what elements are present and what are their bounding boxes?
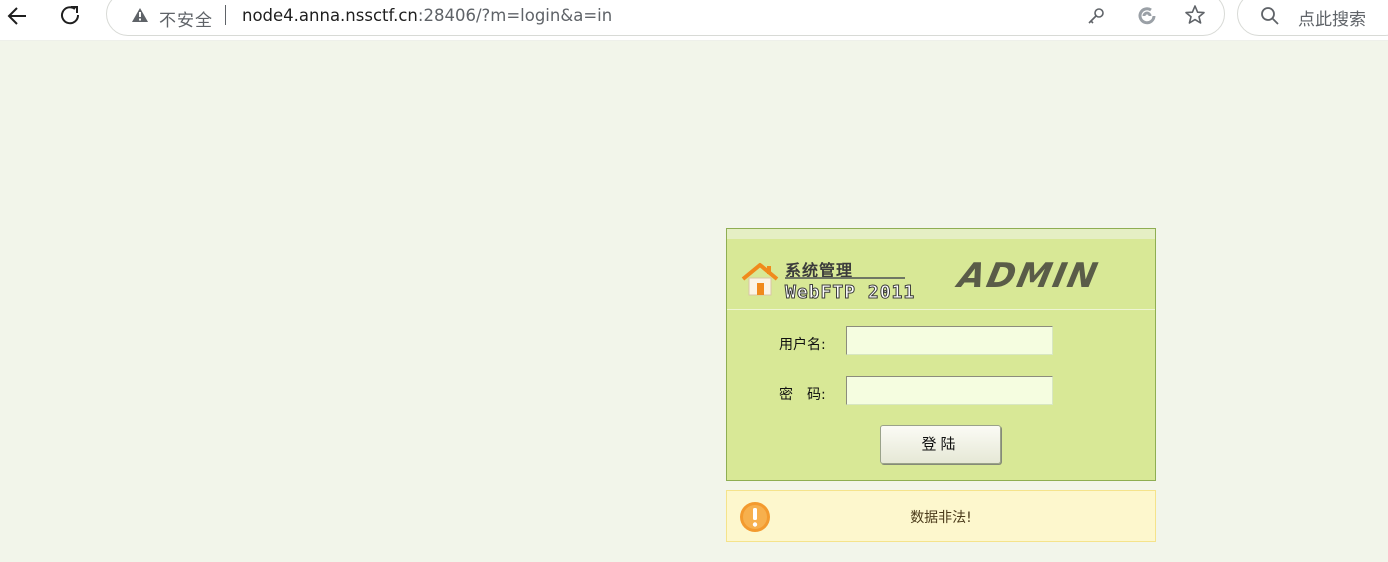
login-panel: 系统管理 WebFTP 2011 ADMIN 用户名: 密 码: 登陆: [726, 228, 1156, 481]
back-arrow-icon: [7, 7, 26, 25]
url-text[interactable]: node4.anna.nssctf.cn:28406/?m=login&a=in: [242, 6, 612, 25]
header-product-name: WebFTP 2011: [784, 282, 916, 304]
search-box[interactable]: 点此搜索: [1237, 0, 1388, 36]
url-path: :28406/?m=login&a=in: [417, 6, 613, 25]
security-status-label[interactable]: 不安全: [159, 6, 213, 31]
password-input[interactable]: [846, 376, 1053, 405]
username-input[interactable]: [846, 326, 1053, 355]
house-icon: [741, 263, 779, 296]
panel-divider: [727, 309, 1155, 310]
login-button[interactable]: 登陆: [880, 425, 1001, 464]
edge-refresh-icon[interactable]: [1136, 5, 1158, 27]
header-rule: [785, 277, 905, 279]
reload-icon: [61, 6, 80, 25]
search-icon: [1261, 7, 1279, 25]
header-admin-logo: ADMIN: [954, 256, 1103, 296]
url-host: node4.anna.nssctf.cn: [242, 6, 418, 25]
search-placeholder: 点此搜索: [1298, 10, 1366, 30]
key-icon[interactable]: [1086, 6, 1106, 26]
password-label: 密 码:: [779, 387, 826, 403]
back-button[interactable]: [4, 4, 32, 28]
browser-toolbar: 不安全 node4.anna.nssctf.cn:28406/?m=login&…: [0, 0, 1388, 41]
address-divider: [225, 5, 226, 25]
panel-top-strip: [727, 229, 1155, 239]
panel-header: 系统管理 WebFTP 2011 ADMIN: [727, 239, 1155, 309]
address-bar[interactable]: 不安全 node4.anna.nssctf.cn:28406/?m=login&…: [106, 0, 1225, 36]
alert-message: 数据非法!: [910, 510, 972, 526]
star-icon[interactable]: [1184, 4, 1206, 26]
error-alert: 数据非法!: [726, 490, 1156, 542]
username-label: 用户名:: [779, 337, 826, 353]
reload-button[interactable]: [57, 4, 85, 28]
warning-triangle-icon: [132, 8, 148, 22]
